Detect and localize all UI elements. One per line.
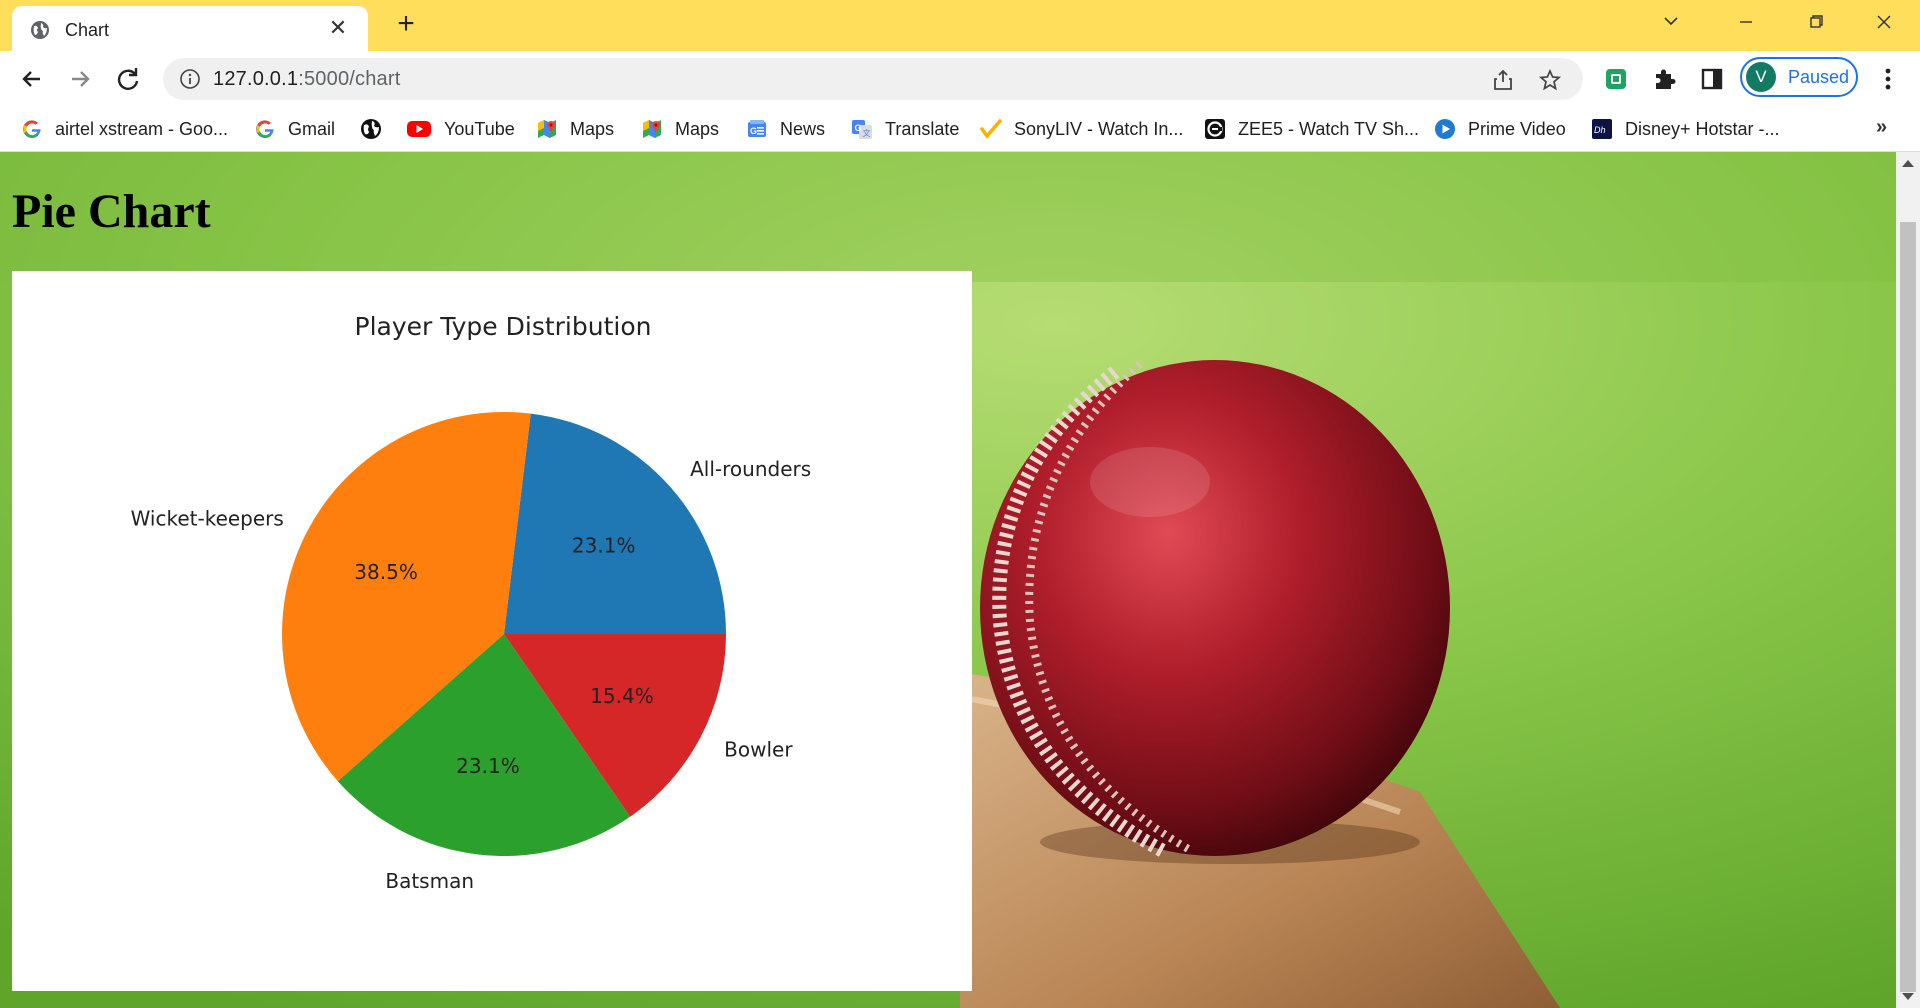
bookmarks-bar: airtel xstream - Goo... Gmail YouTube Ma… xyxy=(0,106,1920,152)
minimize-icon[interactable] xyxy=(1730,10,1762,34)
pie-slices xyxy=(282,412,726,856)
bookmark-youtube[interactable]: YouTube xyxy=(406,115,515,143)
bookmark-globe[interactable] xyxy=(360,115,394,143)
bookmark-maps-1[interactable]: Maps xyxy=(536,115,614,143)
svg-text:文: 文 xyxy=(863,128,871,138)
svg-text:G: G xyxy=(855,123,862,133)
url-path: :5000/chart xyxy=(298,68,401,90)
bookmark-news[interactable]: G News xyxy=(746,115,825,143)
bookmark-label: Disney+ Hotstar -... xyxy=(1625,118,1780,139)
url-text[interactable]: 127.0.0.1:5000/chart xyxy=(213,68,401,91)
prime-video-icon xyxy=(1435,119,1455,139)
new-tab-button[interactable]: + xyxy=(392,9,420,39)
bookmark-label: Maps xyxy=(570,118,615,139)
pie-percent-label: 15.4% xyxy=(590,684,654,708)
bookmark-airtel[interactable]: airtel xstream - Goo... xyxy=(21,115,228,143)
bookmark-label: SonyLIV - Watch In... xyxy=(1014,118,1184,139)
vertical-scrollbar[interactable] xyxy=(1896,152,1920,1008)
translate-icon: G文 xyxy=(852,120,872,139)
scrollbar-thumb[interactable] xyxy=(1900,222,1916,992)
scroll-down-arrow-icon[interactable] xyxy=(1902,993,1914,1000)
sonyliv-icon xyxy=(980,119,1002,139)
bookmark-label: airtel xstream - Goo... xyxy=(55,118,229,139)
maps-icon xyxy=(538,120,556,138)
bookmark-prime-video[interactable]: Prime Video xyxy=(1434,115,1566,143)
address-bar[interactable]: 127.0.0.1:5000/chart xyxy=(163,58,1583,100)
chart-title: Player Type Distribution xyxy=(355,312,652,341)
more-bookmarks-icon[interactable]: » xyxy=(1876,116,1887,139)
globe-icon xyxy=(361,119,381,139)
scroll-up-arrow-icon[interactable] xyxy=(1902,160,1914,167)
svg-text:G: G xyxy=(750,126,757,136)
bookmark-label: Maps xyxy=(675,118,720,139)
page-title: Pie Chart xyxy=(12,185,211,238)
bookmark-hotstar[interactable]: Dh Disney+ Hotstar -... xyxy=(1591,115,1780,143)
youtube-icon xyxy=(407,121,431,137)
share-icon[interactable] xyxy=(1491,68,1515,92)
reload-icon[interactable] xyxy=(112,63,144,95)
bookmark-star-icon[interactable] xyxy=(1538,68,1562,92)
tab-chart[interactable]: Chart ✕ xyxy=(12,6,368,51)
pie-category-label: Batsman xyxy=(385,869,474,893)
bookmark-label: Prime Video xyxy=(1468,118,1566,139)
close-tab-icon[interactable]: ✕ xyxy=(326,16,350,40)
pie-category-label: All-rounders xyxy=(690,457,811,481)
bookmark-label: YouTube xyxy=(444,118,515,139)
bookmark-label: Gmail xyxy=(288,118,336,139)
site-info-icon[interactable] xyxy=(179,68,201,90)
bookmark-maps-2[interactable]: Maps xyxy=(641,115,719,143)
profile-button[interactable]: V Paused xyxy=(1740,57,1858,97)
url-host: 127.0.0.1 xyxy=(213,68,299,90)
back-arrow-icon[interactable] xyxy=(16,63,48,95)
hotstar-icon: Dh xyxy=(1592,119,1612,139)
close-window-icon[interactable] xyxy=(1868,10,1900,34)
pie-category-label: Wicket-keepers xyxy=(131,506,284,530)
more-menu-icon[interactable] xyxy=(1878,65,1898,93)
bookmark-gmail[interactable]: Gmail xyxy=(254,115,335,143)
zee5-icon xyxy=(1205,119,1225,139)
bookmark-label: Translate xyxy=(885,118,960,139)
svg-text:Dh: Dh xyxy=(1594,125,1606,135)
pie-slice-all-rounders xyxy=(504,413,726,634)
pie-percent-label: 38.5% xyxy=(354,560,418,584)
forward-arrow-icon[interactable] xyxy=(64,63,96,95)
chart-card: Player Type Distribution 23.1% All-rounde… xyxy=(12,271,972,991)
avatar: V xyxy=(1746,62,1776,92)
google-icon xyxy=(256,120,274,138)
bookmark-label: ZEE5 - Watch TV Sh... xyxy=(1238,118,1420,139)
pie-category-label: Bowler xyxy=(724,738,793,762)
browser-toolbar: 127.0.0.1:5000/chart V Paused xyxy=(0,51,1920,106)
side-panel-icon[interactable] xyxy=(1698,65,1726,93)
page-viewport: Pie Chart Player Type Distribution 23.1%… xyxy=(0,152,1920,1008)
tab-title: Chart xyxy=(65,20,110,40)
bookmark-sonyliv[interactable]: SonyLIV - Watch In... xyxy=(980,115,1183,143)
google-icon xyxy=(23,120,41,138)
pie-percent-label: 23.1% xyxy=(572,534,636,558)
bookmark-zee5[interactable]: ZEE5 - Watch TV Sh... xyxy=(1204,115,1419,143)
pie-percent-label: 23.1% xyxy=(456,754,520,778)
extension-green-icon[interactable] xyxy=(1602,65,1630,93)
tab-strip: Chart ✕ + xyxy=(0,0,1920,51)
bookmark-translate[interactable]: G文 Translate xyxy=(851,115,959,143)
news-icon: G xyxy=(748,120,766,137)
profile-status: Paused xyxy=(1788,67,1850,87)
tab-search-chevron-icon[interactable] xyxy=(1655,10,1687,34)
extensions-puzzle-icon[interactable] xyxy=(1650,65,1678,93)
pie-chart: Player Type Distribution 23.1% All-rounde… xyxy=(131,312,812,893)
restore-icon[interactable] xyxy=(1800,10,1832,34)
maps-icon xyxy=(643,120,661,138)
globe-icon xyxy=(31,21,49,39)
bookmark-label: News xyxy=(780,118,826,139)
